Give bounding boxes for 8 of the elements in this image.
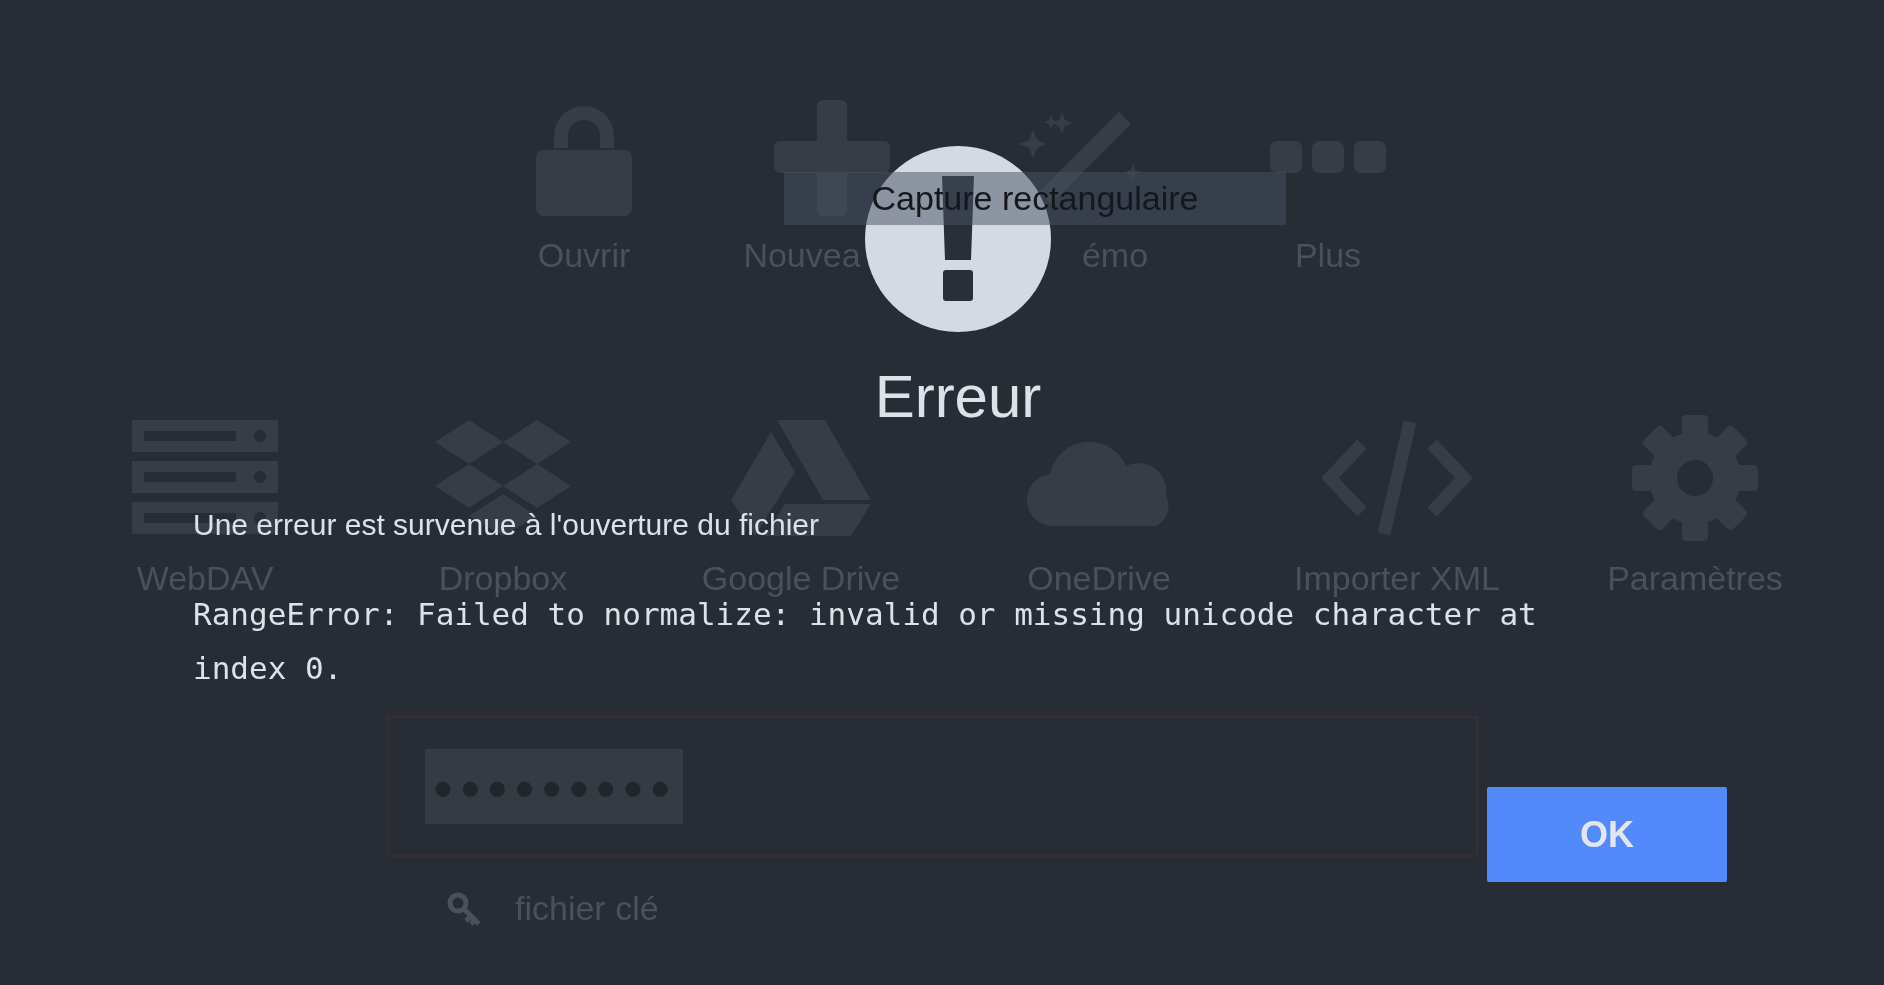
password-value: ●●●●●●●●●: [424, 749, 683, 824]
error-message: Une erreur est survenue à l'ouverture du fichier: [193, 508, 820, 542]
more-icon: [1270, 141, 1386, 175]
key-icon: [447, 891, 481, 926]
ok-button[interactable]: OK: [1487, 787, 1727, 882]
error-details: RangeError: Failed to normalize: invalid or missing unicode character at index 0.: [193, 596, 1538, 688]
password-field[interactable]: ●●●●●●●●●: [386, 716, 1478, 857]
dialog-title: Erreur: [874, 362, 1042, 431]
